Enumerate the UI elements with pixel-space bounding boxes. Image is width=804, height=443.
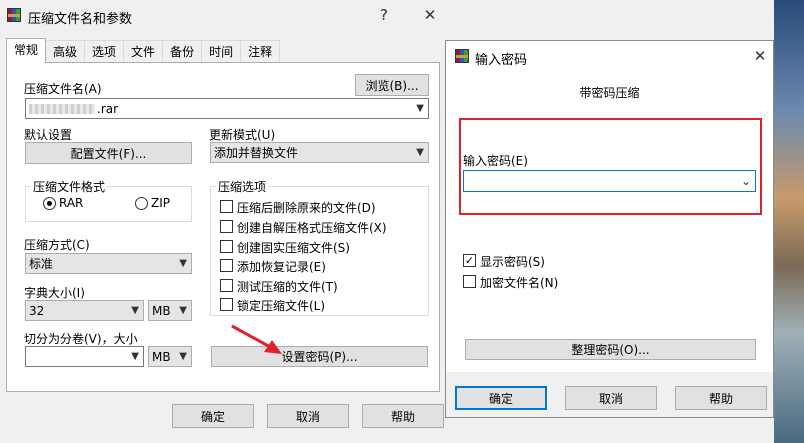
chevron-down-icon: ▼: [179, 258, 187, 269]
winrar-app-icon: [7, 8, 21, 25]
encrypt-filenames-checkbox[interactable]: [463, 275, 476, 288]
split-size-combo[interactable]: ▼: [25, 346, 144, 367]
chevron-down-icon: ▼: [179, 305, 187, 316]
dialog-titlebar: 输入密码 ✕: [446, 41, 773, 71]
help-button[interactable]: 帮助: [362, 404, 444, 428]
option-label: 锁定压缩文件(L): [237, 299, 326, 313]
password-input[interactable]: ⌄: [463, 170, 756, 192]
format-zip-label: ZIP: [151, 196, 170, 210]
default-settings-label: 默认设置: [24, 128, 73, 142]
ok-button[interactable]: 确定: [172, 404, 254, 428]
profiles-button[interactable]: 配置文件(F)...: [25, 142, 192, 164]
show-password-checkbox[interactable]: ✓: [463, 254, 476, 267]
option-sfx-checkbox[interactable]: [220, 220, 233, 233]
split-unit-value: MB: [152, 349, 171, 364]
dialog-ok-button[interactable]: 确定: [455, 386, 547, 410]
masked-filename: [29, 103, 95, 114]
archive-format-title: 压缩文件格式: [31, 178, 108, 195]
window-title: 压缩文件名和参数: [28, 12, 133, 27]
chevron-down-icon: ▼: [131, 305, 139, 316]
dialog-help-button[interactable]: 帮助: [675, 386, 767, 410]
format-rar-label: RAR: [59, 196, 84, 210]
tab-options[interactable]: 选项: [84, 40, 125, 63]
dialog-cancel-button[interactable]: 取消: [565, 386, 657, 410]
password-dialog: 输入密码 ✕ 带密码压缩 输入密码(E) ⌄ ✓ 显示密码(S) 加密文件名(N…: [445, 40, 774, 418]
update-mode-label: 更新模式(U): [209, 128, 276, 142]
general-tab-panel: 压缩文件名(A) 浏览(B)... .rar ▼ 默认设置 配置文件(F)...…: [6, 62, 440, 392]
dialog-heading: 带密码压缩: [579, 86, 640, 100]
option-label: 创建固实压缩文件(S): [237, 241, 350, 255]
archive-options-title: 压缩选项: [216, 178, 269, 195]
compression-method-select[interactable]: 标准 ▼: [25, 253, 192, 274]
close-icon[interactable]: ✕: [745, 41, 775, 71]
tab-advanced[interactable]: 高级: [45, 40, 86, 63]
option-recovery-checkbox[interactable]: [220, 259, 233, 272]
cancel-button[interactable]: 取消: [267, 404, 349, 428]
archive-settings-window: 压缩文件名和参数 ? ✕ 常规 高级 选项 文件 备份 时间 注释 压缩文件名(…: [0, 0, 452, 443]
tab-general[interactable]: 常规: [6, 38, 47, 63]
tab-comment[interactable]: 注释: [240, 40, 281, 63]
option-solid-checkbox[interactable]: [220, 240, 233, 253]
close-icon[interactable]: ✕: [415, 0, 445, 30]
tab-time[interactable]: 时间: [201, 40, 242, 63]
enter-password-label: 输入密码(E): [463, 154, 528, 168]
dictionary-size-label: 字典大小(I): [24, 286, 85, 300]
dictionary-size-value: 32: [29, 303, 45, 318]
dictionary-unit-value: MB: [152, 303, 171, 318]
option-label: 压缩后删除原来的文件(D): [237, 201, 376, 215]
option-label: 测试压缩的文件(T): [237, 280, 338, 294]
chevron-down-icon: ⌄: [740, 174, 751, 188]
chevron-down-icon: ▼: [131, 351, 139, 362]
help-icon[interactable]: ?: [369, 0, 399, 30]
compression-method-label: 压缩方式(C): [24, 238, 90, 252]
split-volumes-label: 切分为分卷(V)，大小: [24, 332, 138, 346]
encrypt-filenames-label: 加密文件名(N): [480, 276, 559, 290]
update-mode-select[interactable]: 添加并替换文件 ▼: [210, 142, 429, 163]
dictionary-unit-select[interactable]: MB ▼: [148, 300, 192, 321]
archive-name-combo[interactable]: .rar ▼: [25, 98, 429, 119]
dialog-title: 输入密码: [475, 53, 528, 68]
format-rar-radio[interactable]: [43, 197, 56, 210]
chevron-down-icon: ▼: [416, 147, 424, 158]
option-test-checkbox[interactable]: [220, 279, 233, 292]
option-label: 添加恢复记录(E): [237, 260, 326, 274]
red-arrow-annotation: [231, 324, 282, 354]
format-zip-radio[interactable]: [135, 197, 148, 210]
dialog-content: 带密码压缩 输入密码(E) ⌄ ✓ 显示密码(S) 加密文件名(N) 整理密码(…: [446, 71, 773, 372]
update-mode-value: 添加并替换文件: [214, 146, 299, 160]
show-password-label: 显示密码(S): [480, 255, 545, 269]
archive-name-extension: .rar: [97, 101, 119, 116]
option-delete-after-checkbox[interactable]: [220, 200, 233, 213]
option-label: 创建自解压格式压缩文件(X): [237, 221, 387, 235]
tab-strip: 常规 高级 选项 文件 备份 时间 注释: [6, 38, 281, 63]
archive-name-label: 压缩文件名(A): [24, 82, 102, 96]
tab-files[interactable]: 文件: [123, 40, 164, 63]
tab-backup[interactable]: 备份: [162, 40, 203, 63]
chevron-down-icon: ▼: [416, 103, 424, 114]
compression-method-value: 标准: [29, 257, 54, 271]
winrar-app-icon: [455, 49, 469, 66]
organize-passwords-button[interactable]: 整理密码(O)...: [465, 339, 756, 360]
option-lock-checkbox[interactable]: [220, 298, 233, 311]
browse-button[interactable]: 浏览(B)...: [355, 74, 429, 96]
dictionary-size-select[interactable]: 32 ▼: [25, 300, 144, 321]
split-unit-select[interactable]: MB ▼: [148, 346, 192, 367]
chevron-down-icon: ▼: [179, 351, 187, 362]
desktop-background: [774, 0, 804, 443]
